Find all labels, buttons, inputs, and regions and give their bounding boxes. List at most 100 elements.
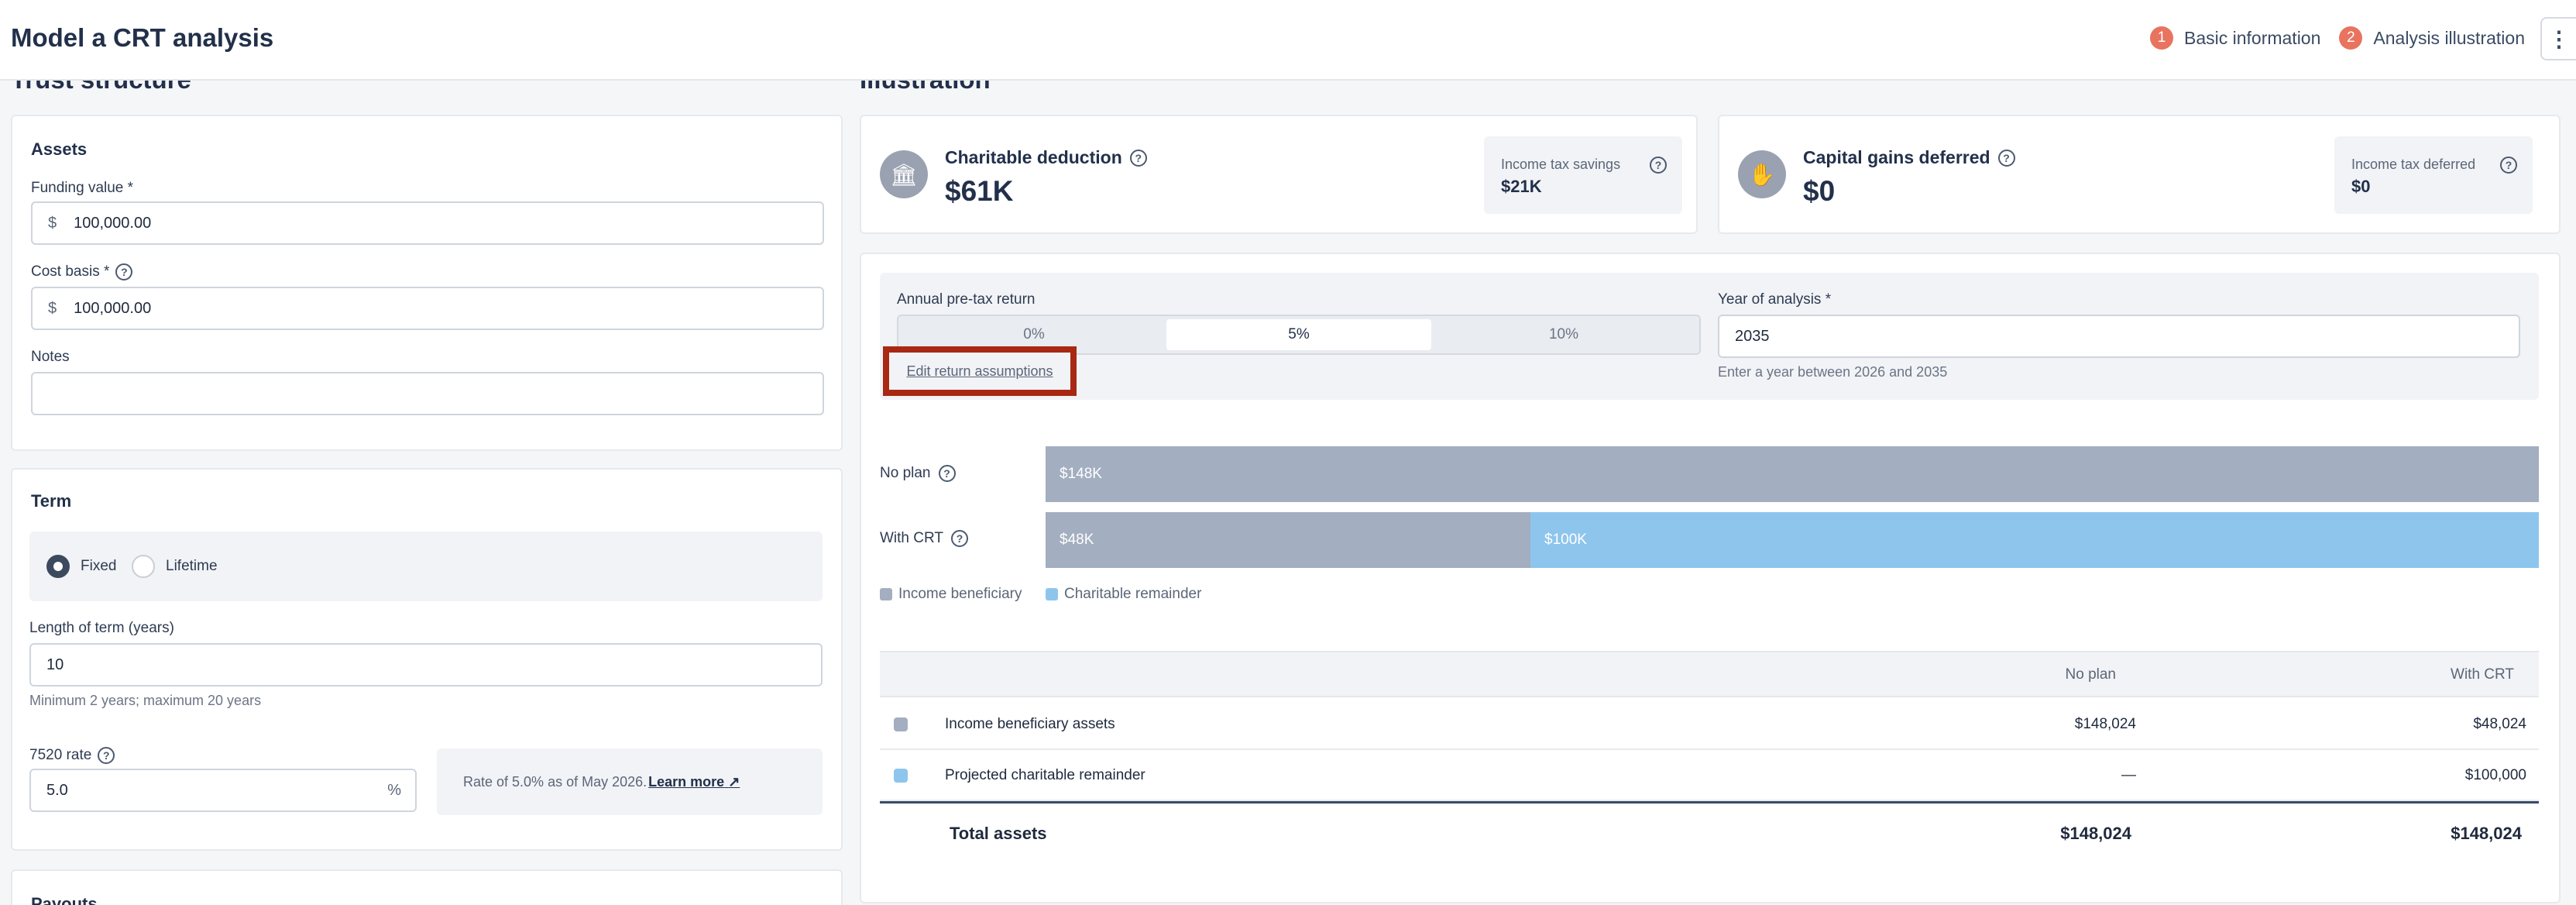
help-icon[interactable]: ? [950,530,968,547]
total-with-crt-value: $148,024 [2451,824,2522,843]
length-of-term-label-text: Length of term (years) [29,620,174,636]
row-no-plan-value: — [2121,767,2136,783]
charitable-deduction-title: Charitable deduction ? [945,147,1147,168]
assets-table-header: No plan With CRT [880,651,2539,697]
year-of-analysis-input[interactable]: 2035 [1718,315,2520,358]
no-plan-bar-label: No plan ? [880,465,956,482]
no-plan-bar-value: $148K [1060,466,1102,482]
help-icon[interactable]: ? [1997,149,2015,167]
step-basic-information[interactable]: 1 Basic information [2149,26,2321,50]
with-crt-remainder-bar: $100K [1530,512,2539,568]
funding-value-input[interactable]: $ 100,000.00 [31,201,824,245]
capital-gains-value: $0 [1803,175,1836,207]
step-analysis-illustration[interactable]: 2 Analysis illustration [2339,26,2525,50]
no-plan-column-header: No plan [2065,666,2117,683]
radio-fixed[interactable]: Fixed [46,555,116,578]
help-icon[interactable]: ? [115,263,133,280]
cost-basis-input[interactable]: $ 100,000.00 [31,287,824,330]
funding-value-text: 100,000.00 [74,214,152,232]
no-plan-bar-label-text: No plan [880,465,931,481]
step-label: Analysis illustration [2373,27,2525,48]
annual-return-label-text: Annual pre-tax return [897,291,1036,308]
with-crt-income-bar: $48K [1046,512,1530,568]
charitable-deduction-value: $61K [945,175,1014,207]
step-label: Basic information [2183,27,2321,48]
hand-coin-icon: ✋ [1738,150,1786,198]
with-crt-remainder-value: $100K [1544,532,1587,548]
with-crt-income-value: $48K [1060,532,1094,548]
kebab-icon[interactable]: ⋮ [2540,17,2576,60]
annual-return-label: Annual pre-tax return [897,291,1036,308]
bank-icon: 🏛 [880,150,928,198]
length-of-term-input[interactable]: 10 [29,643,823,686]
capital-gains-card: ✋ Capital gains deferred ? $0 Income tax… [1718,115,2561,234]
legend-income-beneficiary: Income beneficiary [880,586,1022,603]
year-of-analysis-hint: Enter a year between 2026 and 2035 [1718,364,1948,380]
page-header: Model a CRT analysis 1 Basic information… [0,0,2576,81]
return-option-0[interactable]: 0% [902,319,1166,350]
return-option-10[interactable]: 10% [1431,319,1696,350]
assets-title: Assets [31,139,88,159]
step-number: 1 [2149,26,2173,50]
analysis-controls: Annual pre-tax return 0% 5% 10% Year of … [880,273,2539,400]
row-no-plan-value: $148,024 [2074,716,2136,732]
rate-7520-label: 7520 rate ? [29,747,115,764]
income-beneficiary-swatch [880,588,892,600]
income-tax-deferred-value: $0 [2351,177,2371,196]
no-plan-bar: $148K [1046,446,2539,502]
external-link-icon: ↗ [728,773,740,790]
return-option-5[interactable]: 5% [1166,319,1431,350]
length-of-term-text: 10 [46,656,64,673]
income-tax-savings-value: $21K [1501,177,1542,196]
learn-more-text: Learn more [648,773,725,790]
capital-gains-title: Capital gains deferred ? [1803,147,2015,168]
help-icon[interactable]: ? [2500,157,2517,174]
step-number: 2 [2339,26,2363,50]
length-of-term-hint: Minimum 2 years; maximum 20 years [29,693,262,708]
payouts-card: Payouts [11,869,843,905]
charitable-remainder-swatch [894,769,908,783]
radio-fixed-label: Fixed [81,558,117,574]
row-label: Income beneficiary assets [945,716,1115,732]
funding-value-label-text: Funding value * [31,180,134,196]
radio-lifetime[interactable]: Lifetime [132,555,218,578]
total-no-plan-value: $148,024 [2060,824,2131,843]
help-icon[interactable]: ? [1650,157,1667,174]
term-title: Term [31,491,72,511]
edit-return-assumptions-link[interactable]: Edit return assumptions [883,346,1077,396]
cost-basis-label: Cost basis * ? [31,263,133,280]
dollar-prefix: $ [48,299,57,317]
rate-note-text: Rate of 5.0% as of May 2026. [463,773,647,790]
notes-label-text: Notes [31,349,70,365]
legend-charitable-remainder: Charitable remainder [1046,586,1201,603]
page-title: Model a CRT analysis [11,23,274,52]
rate-7520-input[interactable]: 5.0 % [29,769,417,812]
charitable-deduction-card: 🏛 Charitable deduction ? $61K Income tax… [860,115,1698,234]
payouts-title: Payouts [31,894,98,905]
row-with-crt-value: $100,000 [2464,767,2526,783]
charitable-deduction-title-text: Charitable deduction [945,147,1122,167]
year-of-analysis-text: 2035 [1735,327,1770,345]
charitable-remainder-swatch [1046,588,1058,600]
income-beneficiary-swatch [894,717,908,731]
funding-value-label: Funding value * [31,180,133,197]
rate-note: Rate of 5.0% as of May 2026. Learn more … [437,748,823,815]
legend-income-label: Income beneficiary [898,586,1022,602]
notes-input[interactable] [31,372,824,415]
with-crt-bar-label-text: With CRT [880,530,943,546]
learn-more-link[interactable]: Learn more ↗ [648,774,740,790]
with-crt-bar-label: With CRT ? [880,530,968,547]
term-type-radio-group: Fixed Lifetime [29,532,823,601]
radio-lifetime-label: Lifetime [166,558,218,574]
capital-gains-title-text: Capital gains deferred [1803,147,1990,167]
cost-basis-label-text: Cost basis * [31,263,110,280]
help-icon[interactable]: ? [938,465,956,482]
help-icon[interactable]: ? [1129,149,1147,167]
help-icon[interactable]: ? [98,747,115,764]
cost-basis-text: 100,000.00 [74,299,152,317]
row-label: Projected charitable remainder [945,767,1145,783]
assets-card: Assets Funding value * $ 100,000.00 Cost… [11,115,843,451]
row-with-crt-value: $48,024 [2473,716,2526,732]
legend-remainder-label: Charitable remainder [1064,586,1202,602]
percent-suffix: % [387,781,401,799]
